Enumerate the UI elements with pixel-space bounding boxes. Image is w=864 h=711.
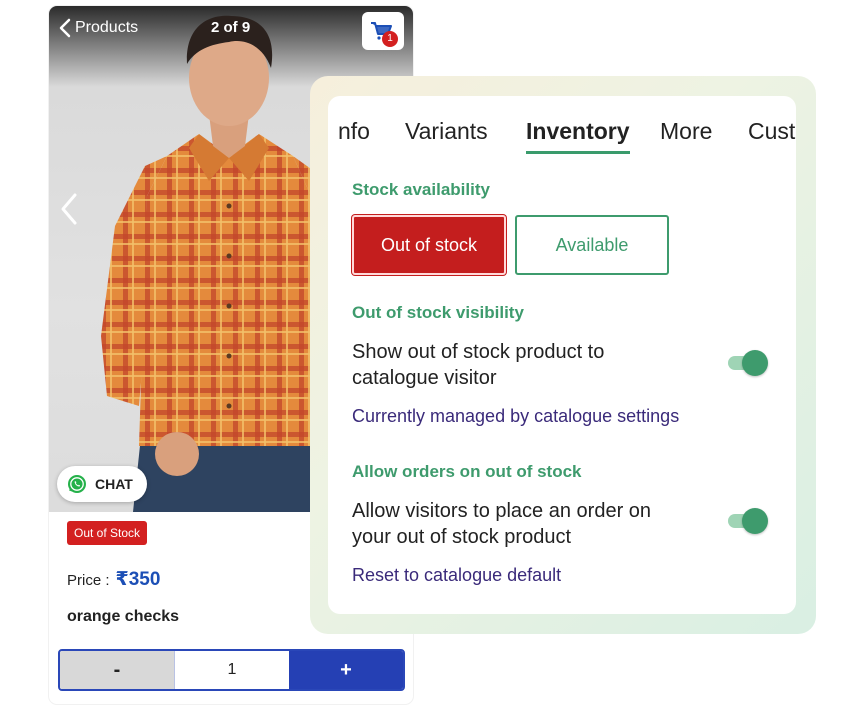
- out-of-stock-badge: Out of Stock: [67, 521, 148, 545]
- catalogue-settings-link[interactable]: Currently managed by catalogue settings: [352, 406, 679, 427]
- price-value: ₹350: [115, 569, 161, 590]
- visibility-description: Show out of stock product to catalogue v…: [352, 341, 605, 389]
- price-row: Price : ₹350: [67, 568, 160, 591]
- allow-orders-title: Allow orders on out of stock: [352, 462, 582, 481]
- out-of-stock-visibility-title: Out of stock visibility: [352, 303, 524, 322]
- tab-info[interactable]: nfo: [338, 118, 370, 145]
- toggle-knob: [742, 508, 768, 534]
- cart-button[interactable]: 1: [362, 12, 404, 50]
- inventory-settings-panel: nfo Variants Inventory More Cust Stock a…: [328, 96, 796, 614]
- stock-availability-title: Stock availability: [352, 180, 490, 199]
- reset-catalogue-default-link[interactable]: Reset to catalogue default: [352, 565, 561, 586]
- image-top-bar: Products 2 of 9 1: [49, 6, 413, 50]
- whatsapp-icon: [68, 475, 86, 493]
- back-label: Products: [75, 19, 139, 36]
- product-name: orange checks: [67, 608, 180, 625]
- chat-label: CHAT: [95, 476, 133, 492]
- tab-variants[interactable]: Variants: [405, 118, 488, 145]
- back-button[interactable]: Products: [59, 18, 138, 38]
- previous-image-arrow-icon[interactable]: [59, 192, 79, 226]
- visibility-toggle[interactable]: [728, 349, 768, 377]
- quantity-value[interactable]: 1: [174, 651, 289, 689]
- available-option[interactable]: Available: [515, 215, 669, 275]
- active-tab-indicator: [526, 151, 630, 154]
- image-counter: 2 of 9: [211, 19, 251, 36]
- price-label: Price :: [67, 572, 110, 589]
- allow-orders-description: Allow visitors to place an order on your…: [352, 500, 652, 548]
- chat-button[interactable]: CHAT: [57, 466, 147, 502]
- cart-count-badge: 1: [382, 31, 398, 47]
- allow-orders-toggle[interactable]: [728, 507, 768, 535]
- quantity-stepper: - 1 +: [58, 649, 405, 691]
- out-of-stock-option[interactable]: Out of stock: [352, 215, 506, 275]
- tab-customize[interactable]: Cust: [748, 118, 795, 145]
- toggle-knob: [742, 350, 768, 376]
- tab-inventory[interactable]: Inventory: [526, 118, 630, 145]
- chevron-left-icon: [59, 18, 71, 38]
- decrease-quantity-button[interactable]: -: [60, 651, 174, 689]
- tab-more[interactable]: More: [660, 118, 712, 145]
- increase-quantity-button[interactable]: +: [289, 651, 403, 689]
